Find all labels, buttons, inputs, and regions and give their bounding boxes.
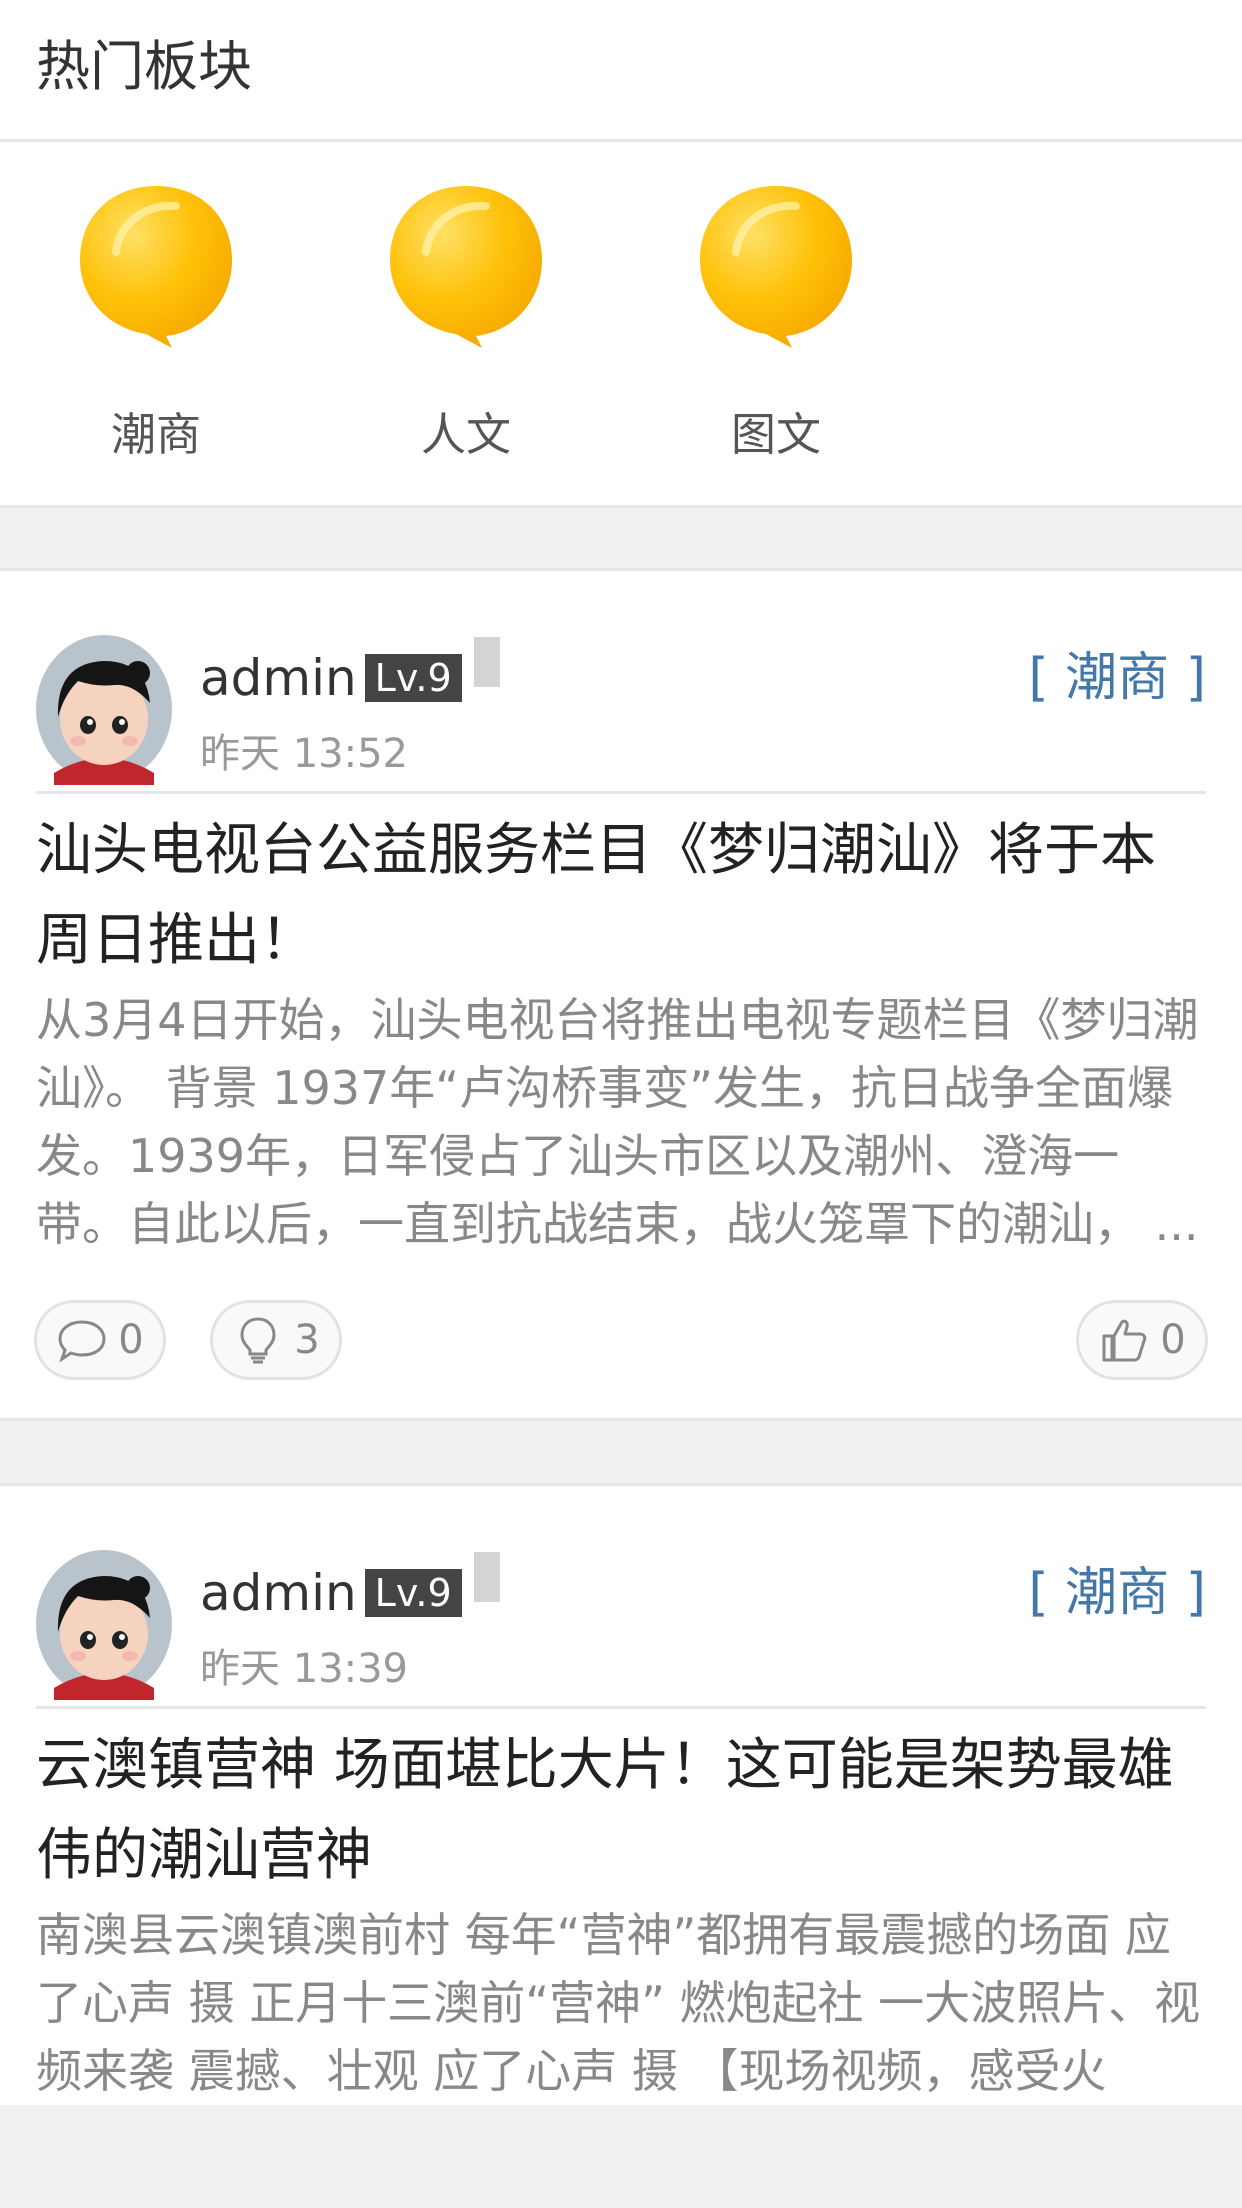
avatar[interactable] <box>34 1548 174 1700</box>
category-link[interactable]: [ 潮商 ] <box>1028 635 1206 710</box>
comment-icon <box>58 1320 106 1363</box>
chat-bubble-icon <box>390 186 542 348</box>
post-excerpt[interactable]: 从3月4日开始，汕头电视台将推出电视专题栏目《梦归潮汕》。 背景 1937年“卢… <box>36 986 1206 1258</box>
author-line: admin Lv.9 <box>200 1552 500 1623</box>
idea-count: 3 <box>294 1317 320 1363</box>
board-renwen[interactable]: 人文 <box>366 182 566 463</box>
like-button[interactable]: 0 <box>1076 1300 1208 1380</box>
comment-count: 0 <box>118 1317 144 1363</box>
category-link[interactable]: [ 潮商 ] <box>1028 1550 1206 1625</box>
hot-boards-header: 热门板块 <box>0 0 1242 142</box>
post-card[interactable]: admin Lv.9 昨天 13:39 [ 潮商 ] 云澳镇营神 场面堪比大片！这… <box>0 1483 1242 2105</box>
post-time: 昨天 13:52 <box>200 731 408 777</box>
hot-boards-grid: 潮商 人文 图文 <box>0 142 1242 508</box>
status-flag <box>473 637 500 687</box>
post-title[interactable]: 汕头电视台公益服务栏目《梦归潮汕》将于本周日推出！ <box>36 794 1206 986</box>
post-time: 昨天 13:39 <box>200 1646 408 1692</box>
board-tuwen[interactable]: 图文 <box>676 182 876 463</box>
board-label: 潮商 <box>110 408 201 461</box>
chat-bubble-icon <box>80 186 232 348</box>
board-label: 图文 <box>730 408 821 461</box>
level-badge: Lv.9 <box>364 654 462 702</box>
level-badge: Lv.9 <box>364 1569 462 1617</box>
author-line: admin Lv.9 <box>200 637 500 708</box>
post-excerpt[interactable]: 南澳县云澳镇澳前村 每年“营神”都拥有最震撼的场面 应了心声 摄 正月十三澳前“… <box>36 1901 1206 2105</box>
idea-button[interactable]: 3 <box>210 1300 342 1380</box>
lightbulb-icon <box>240 1317 276 1364</box>
board-chaoshang[interactable]: 潮商 <box>56 182 256 463</box>
post-title[interactable]: 云澳镇营神 场面堪比大片！这可能是架势最雄伟的潮汕营神 <box>36 1709 1206 1901</box>
chat-bubble-icon <box>700 186 852 348</box>
like-count: 0 <box>1160 1317 1186 1363</box>
post-actions: 0 3 0 <box>0 1258 1242 1418</box>
status-flag <box>473 1552 500 1602</box>
avatar[interactable] <box>34 633 174 785</box>
hot-boards-title: 热门板块 <box>36 35 252 98</box>
author-name[interactable]: admin <box>200 1564 357 1622</box>
thumbs-up-icon <box>1102 1319 1147 1362</box>
post-header: admin Lv.9 昨天 13:39 [ 潮商 ] <box>0 1486 1242 1706</box>
author-name[interactable]: admin <box>200 649 357 707</box>
post-header: admin Lv.9 昨天 13:52 [ 潮商 ] <box>0 571 1242 791</box>
comment-button[interactable]: 0 <box>34 1300 166 1380</box>
board-label: 人文 <box>420 408 511 461</box>
post-card[interactable]: admin Lv.9 昨天 13:52 [ 潮商 ] 汕头电视台公益服务栏目《梦归… <box>0 568 1242 1421</box>
